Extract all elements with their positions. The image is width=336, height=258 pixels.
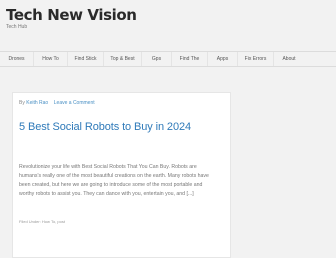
excerpt-line: humans's really one of the most beautifu…: [19, 173, 209, 179]
post-title[interactable]: 5 Best Social Robots to Buy in 2024: [19, 121, 191, 133]
nav-item-find-stick[interactable]: Find Stick: [68, 52, 104, 66]
nav-item-fix-errors[interactable]: Fix Errors: [238, 52, 274, 66]
site-header: Tech New Vision Tech Hub: [0, 0, 336, 52]
post-footer[interactable]: Filed Under: How To, post: [19, 219, 65, 224]
nav-item-gps[interactable]: Gps: [142, 52, 172, 66]
post-excerpt: Revolutionize your life with Best Social…: [19, 163, 229, 199]
site-tagline: Tech Hub: [6, 24, 28, 30]
post-card: By Keith Rao Leave a Comment 5 Best Soci…: [12, 92, 231, 258]
excerpt-line: been created, but here we are going to i…: [19, 182, 203, 188]
site-title[interactable]: Tech New Vision: [6, 6, 137, 24]
nav-item-how-to[interactable]: How To: [34, 52, 68, 66]
nav-item-find-the[interactable]: Find The: [172, 52, 208, 66]
author-link[interactable]: Keith Rao: [26, 100, 48, 106]
main-navigation: Drones How To Find Stick Top & Best Gps …: [0, 51, 336, 67]
nav-item-top-best[interactable]: Top & Best: [104, 52, 142, 66]
leave-comment-link[interactable]: Leave a Comment: [54, 100, 95, 106]
nav-item-about[interactable]: About: [274, 52, 304, 66]
nav-item-drones[interactable]: Drones: [0, 52, 34, 66]
excerpt-line: worthy robots to assist you. They can da…: [19, 191, 194, 197]
excerpt-line: Revolutionize your life with Best Social…: [19, 164, 197, 170]
post-meta: By Keith Rao Leave a Comment: [19, 100, 95, 106]
nav-item-apps[interactable]: Apps: [208, 52, 238, 66]
meta-prefix: By: [19, 100, 25, 106]
